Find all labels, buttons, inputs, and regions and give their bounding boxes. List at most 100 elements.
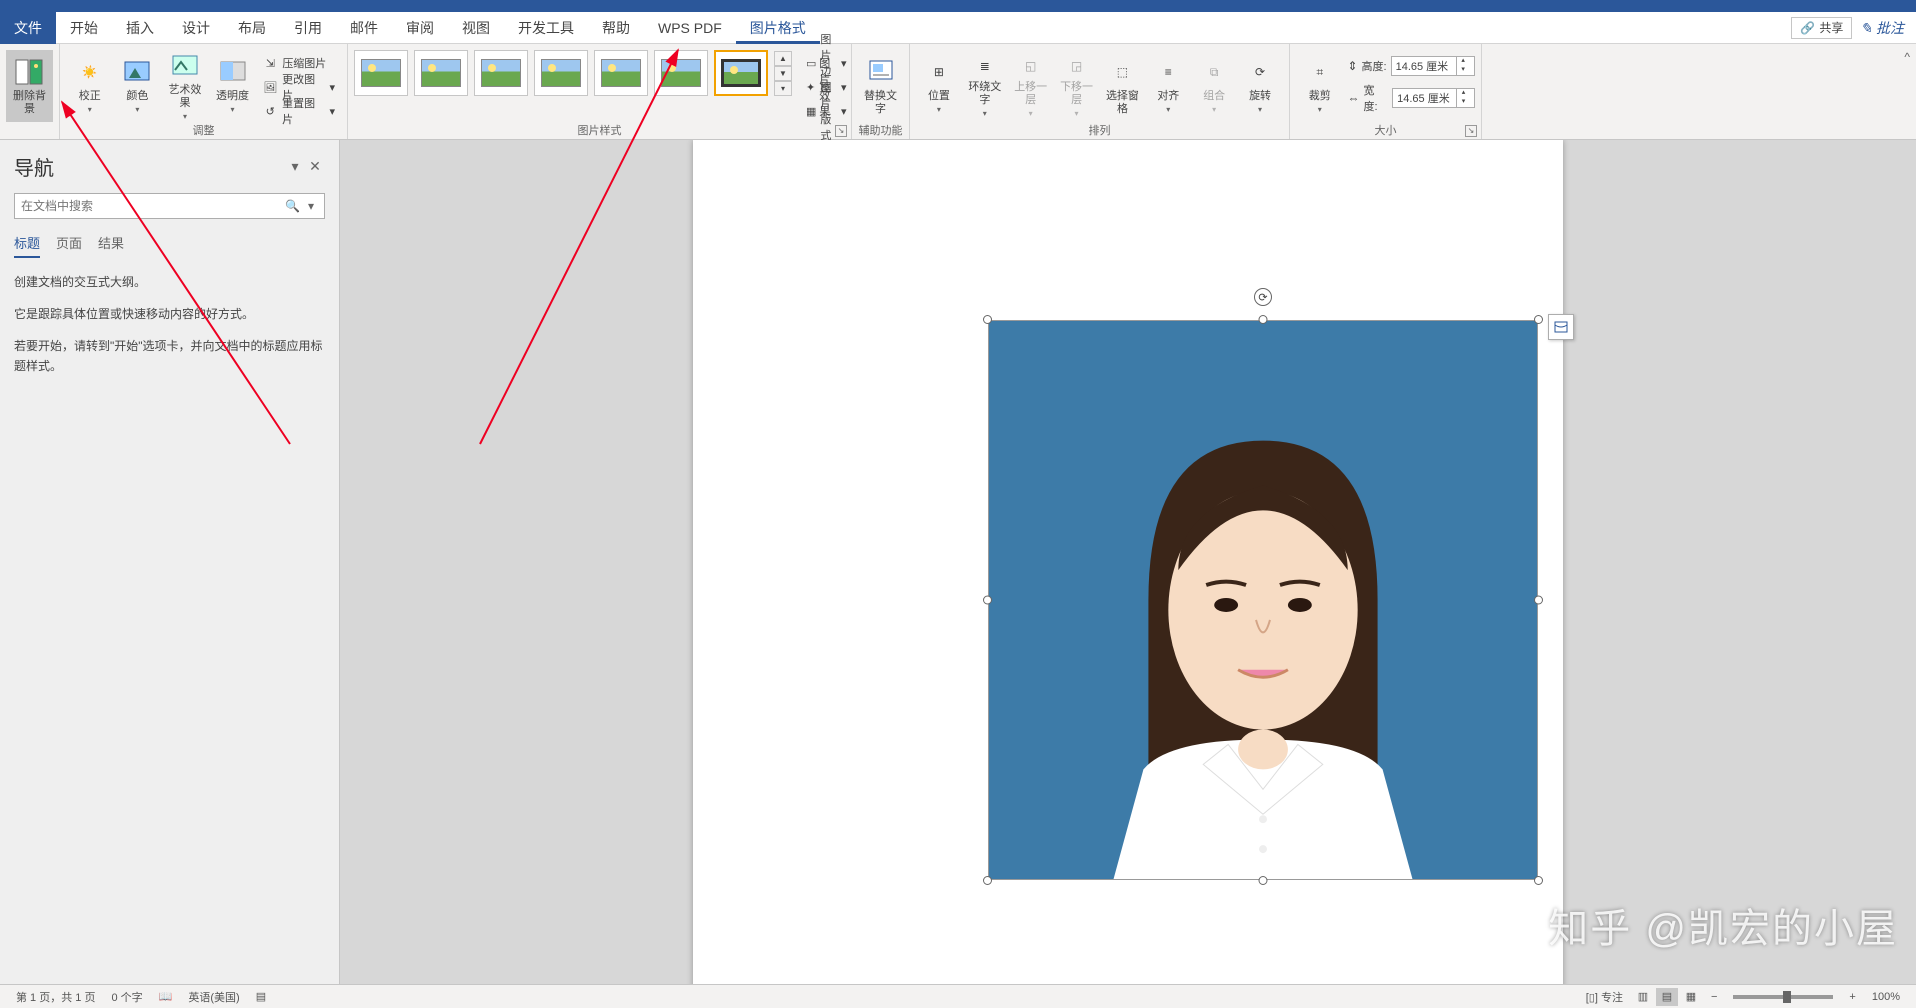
tab-devtools[interactable]: 开发工具	[504, 12, 588, 44]
handle-t[interactable]	[1259, 315, 1268, 324]
nav-tab-results[interactable]: 结果	[98, 233, 124, 258]
send-backward-button[interactable]: ◲下移一层▾	[1054, 50, 1100, 122]
height-icon: ⇕	[1347, 59, 1357, 73]
rotate-button[interactable]: ⟳旋转▾	[1237, 50, 1283, 122]
handle-bl[interactable]	[983, 876, 992, 885]
group-arrange-label: 排列	[1089, 125, 1111, 137]
nav-close-button[interactable]: ✕	[305, 158, 325, 175]
handle-b[interactable]	[1259, 876, 1268, 885]
style-4[interactable]	[534, 50, 588, 96]
position-button[interactable]: ⊞位置▾	[916, 50, 962, 122]
portrait-image[interactable]	[988, 320, 1538, 880]
search-icon[interactable]: 🔍	[281, 199, 304, 213]
style-6[interactable]	[654, 50, 708, 96]
zoom-out-button[interactable]: −	[1703, 991, 1725, 1003]
styles-launcher[interactable]: ↘	[835, 125, 847, 137]
artistic-icon	[169, 50, 201, 82]
group-adjust-label: 调整	[193, 125, 215, 137]
status-page[interactable]: 第 1 页，共 1 页	[8, 989, 103, 1005]
nav-tab-headings[interactable]: 标题	[14, 233, 40, 258]
style-3[interactable]	[474, 50, 528, 96]
search-dropdown-icon[interactable]: ▾	[304, 199, 318, 213]
artistic-effects-button[interactable]: 艺术效果▾	[161, 50, 209, 122]
rotate-handle[interactable]: ⟳	[1254, 288, 1272, 306]
crop-button[interactable]: ⌗裁剪▾	[1296, 50, 1343, 122]
crop-icon: ⌗	[1304, 56, 1336, 88]
group-button[interactable]: ⧉组合▾	[1191, 50, 1237, 122]
nav-search-input[interactable]	[21, 199, 281, 213]
share-button[interactable]: 🔗 共享	[1791, 17, 1852, 39]
selected-image[interactable]: ⟳	[988, 320, 1538, 880]
nav-dropdown[interactable]: ▾	[285, 158, 305, 175]
handle-tl[interactable]	[983, 315, 992, 324]
nav-search[interactable]: 🔍 ▾	[14, 193, 325, 219]
tab-design[interactable]: 设计	[168, 12, 224, 44]
gallery-scroll[interactable]: ▲▼▾	[774, 51, 792, 96]
style-2[interactable]	[414, 50, 468, 96]
tab-file[interactable]: 文件	[0, 12, 56, 44]
style-7[interactable]	[714, 50, 768, 96]
picture-styles-gallery[interactable]: ▲▼▾	[354, 50, 792, 96]
nav-help-1: 创建文档的交互式大纲。	[14, 272, 325, 292]
tab-review[interactable]: 审阅	[392, 12, 448, 44]
color-button[interactable]: 颜色▾	[114, 50, 162, 122]
status-macro-icon[interactable]: ▤	[248, 990, 274, 1003]
ribbon: 删除背景 ☀️ 校正▾ 颜色▾ 艺术效果▾ 透明度▾ ⇲压缩	[0, 44, 1916, 140]
transparency-button[interactable]: 透明度▾	[209, 50, 257, 122]
style-5[interactable]	[594, 50, 648, 96]
tab-mailings[interactable]: 邮件	[336, 12, 392, 44]
width-input[interactable]: 14.65 厘米▴▾	[1392, 88, 1475, 108]
position-icon: ⊞	[923, 56, 955, 88]
handle-l[interactable]	[983, 596, 992, 605]
zoom-in-button[interactable]: +	[1841, 991, 1863, 1003]
tab-view[interactable]: 视图	[448, 12, 504, 44]
wrap-text-button[interactable]: ≣环绕文字▾	[962, 50, 1008, 122]
selpane-icon: ⬚	[1106, 56, 1138, 88]
tab-picture-format[interactable]: 图片格式	[736, 12, 820, 44]
tab-help[interactable]: 帮助	[588, 12, 644, 44]
width-icon: ⇔	[1347, 91, 1359, 105]
zoom-level[interactable]: 100%	[1864, 991, 1908, 1003]
collapse-ribbon-button[interactable]: ^	[1904, 50, 1910, 64]
layout-options-button[interactable]	[1548, 314, 1574, 340]
share-label: 共享	[1819, 19, 1843, 36]
tab-home[interactable]: 开始	[56, 12, 112, 44]
selection-pane-button[interactable]: ⬚选择窗格	[1100, 50, 1146, 122]
ribbon-tabs: 文件 开始 插入 设计 布局 引用 邮件 审阅 视图 开发工具 帮助 WPS P…	[0, 12, 1916, 44]
nav-title: 导航	[14, 152, 285, 181]
status-language[interactable]: 英语(美国)	[180, 989, 247, 1005]
tab-references[interactable]: 引用	[280, 12, 336, 44]
status-proofing-icon[interactable]: 📖	[151, 990, 181, 1003]
alt-text-button[interactable]: 替换文字	[858, 50, 903, 122]
nav-tab-pages[interactable]: 页面	[56, 233, 82, 258]
corrections-button[interactable]: ☀️ 校正▾	[66, 50, 114, 122]
zoom-slider[interactable]	[1733, 995, 1833, 999]
align-icon: ≡	[1152, 56, 1184, 88]
remove-background-button[interactable]: 删除背景	[6, 50, 53, 122]
reset-picture-button[interactable]: ↺重置图片 ▾	[256, 100, 341, 122]
tab-wpspdf[interactable]: WPS PDF	[644, 12, 736, 44]
picture-layout-button[interactable]: ▦图片版式 ▾	[800, 100, 853, 122]
view-print-button[interactable]: ▤	[1656, 988, 1678, 1006]
document-area[interactable]: ⟳	[340, 140, 1916, 984]
effects-icon: ✦	[806, 79, 815, 95]
align-button[interactable]: ≡对齐▾	[1145, 50, 1191, 122]
view-web-button[interactable]: ▦	[1680, 988, 1702, 1006]
focus-mode-button[interactable]: [▯] 专注	[1578, 989, 1631, 1005]
size-launcher[interactable]: ↘	[1465, 125, 1477, 137]
handle-br[interactable]	[1534, 876, 1543, 885]
bring-forward-button[interactable]: ◱上移一层▾	[1008, 50, 1054, 122]
handle-tr[interactable]	[1534, 315, 1543, 324]
width-label: 宽度:	[1363, 82, 1388, 114]
tab-layout[interactable]: 布局	[224, 12, 280, 44]
style-1[interactable]	[354, 50, 408, 96]
status-words[interactable]: 0 个字	[103, 989, 150, 1005]
height-input[interactable]: 14.65 厘米▴▾	[1391, 56, 1475, 76]
view-read-button[interactable]: ▥	[1632, 988, 1654, 1006]
backward-icon: ◲	[1061, 52, 1093, 79]
forward-icon: ◱	[1015, 52, 1047, 79]
tab-insert[interactable]: 插入	[112, 12, 168, 44]
comments-button[interactable]: ✎ 批注	[1860, 18, 1916, 38]
handle-r[interactable]	[1534, 596, 1543, 605]
main-area: 导航 ▾ ✕ 🔍 ▾ 标题 页面 结果 创建文档的交互式大纲。 它是跟踪具体位置…	[0, 140, 1916, 984]
